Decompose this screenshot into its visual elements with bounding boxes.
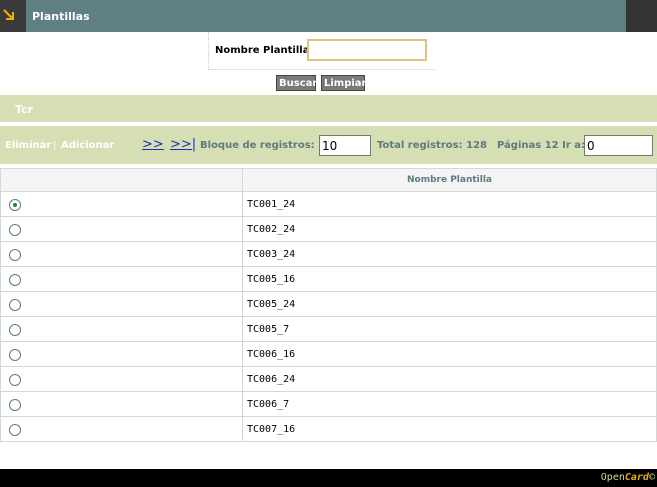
template-name-cell: TC007_16 xyxy=(242,416,657,442)
paginas-label: Páginas 12 Ir a: xyxy=(497,140,585,151)
row-radio[interactable] xyxy=(9,323,21,336)
arrow-down-right-icon xyxy=(3,9,14,20)
opencard-logo: OpenCard© xyxy=(600,472,655,483)
select-cell xyxy=(0,266,243,292)
footer-bar: OpenCard© xyxy=(0,469,657,487)
bloque-input[interactable] xyxy=(319,135,371,156)
table-row[interactable]: TC002_24 xyxy=(0,216,657,242)
row-radio[interactable] xyxy=(9,298,21,311)
limpiar-button[interactable]: Limpiar xyxy=(321,75,367,91)
section-label: Tcr xyxy=(15,103,33,116)
table-body: TC001_24 TC002_24 TC003_24 TC005_16 TC005_24… xyxy=(0,191,657,442)
table-row[interactable]: TC001_24 xyxy=(0,191,657,217)
column-header: Nombre Plantilla xyxy=(242,168,657,192)
bloque-label: Bloque de registros: xyxy=(200,140,315,151)
template-name-cell: TC002_24 xyxy=(242,216,657,242)
select-cell xyxy=(0,416,243,442)
search-label: Nombre Plantilla xyxy=(215,45,310,56)
table-row[interactable]: TC006_7 xyxy=(0,391,657,417)
table-row[interactable]: TC006_16 xyxy=(0,341,657,367)
goto-page-input[interactable] xyxy=(584,135,653,156)
buscar-button[interactable]: Buscar xyxy=(276,75,317,91)
eliminar-link[interactable]: Eliminar xyxy=(5,140,51,151)
row-radio[interactable] xyxy=(9,198,21,211)
row-radio[interactable] xyxy=(9,273,21,286)
template-name-cell: TC006_24 xyxy=(242,366,657,392)
header-icon-box xyxy=(0,0,26,32)
row-radio[interactable] xyxy=(9,223,21,236)
template-name-cell: TC005_7 xyxy=(242,316,657,342)
row-radio[interactable] xyxy=(9,348,21,361)
next-page-link[interactable]: >> xyxy=(142,137,164,152)
select-cell xyxy=(0,341,243,367)
select-cell xyxy=(0,316,243,342)
row-radio[interactable] xyxy=(9,248,21,261)
select-cell xyxy=(0,291,243,317)
table-row[interactable]: TC006_24 xyxy=(0,366,657,392)
toolbar-separator: | xyxy=(53,140,57,151)
table-row[interactable]: TC005_16 xyxy=(0,266,657,292)
select-cell xyxy=(0,391,243,417)
template-name-cell: TC006_7 xyxy=(242,391,657,417)
table-row[interactable]: TC007_16 xyxy=(0,416,657,442)
adicionar-link[interactable]: Adicionar xyxy=(61,140,114,151)
row-radio[interactable] xyxy=(9,398,21,411)
templates-table: Nombre Plantilla TC001_24 TC002_24 TC003_2… xyxy=(0,168,657,442)
select-cell xyxy=(0,241,243,267)
template-name-cell: TC005_24 xyxy=(242,291,657,317)
table-header-row: Nombre Plantilla xyxy=(0,168,657,192)
table-row[interactable]: TC005_7 xyxy=(0,316,657,342)
row-radio[interactable] xyxy=(9,373,21,386)
section-band xyxy=(0,95,657,122)
page-title: Plantillas xyxy=(32,10,90,23)
header-bar: Plantillas xyxy=(0,0,657,32)
last-page-link[interactable]: >>| xyxy=(170,137,196,152)
header-corner xyxy=(626,0,657,32)
template-name-cell: TC003_24 xyxy=(242,241,657,267)
select-cell xyxy=(0,191,243,217)
select-cell xyxy=(0,366,243,392)
template-name-cell: TC006_16 xyxy=(242,341,657,367)
select-cell xyxy=(0,216,243,242)
template-name-cell: TC005_16 xyxy=(242,266,657,292)
total-registros: Total registros: 128 xyxy=(377,140,487,151)
table-row[interactable]: TC003_24 xyxy=(0,241,657,267)
row-radio[interactable] xyxy=(9,423,21,436)
template-name-cell: TC001_24 xyxy=(242,191,657,217)
search-input[interactable] xyxy=(307,39,427,61)
table-row[interactable]: TC005_24 xyxy=(0,291,657,317)
select-column-header xyxy=(0,168,243,192)
